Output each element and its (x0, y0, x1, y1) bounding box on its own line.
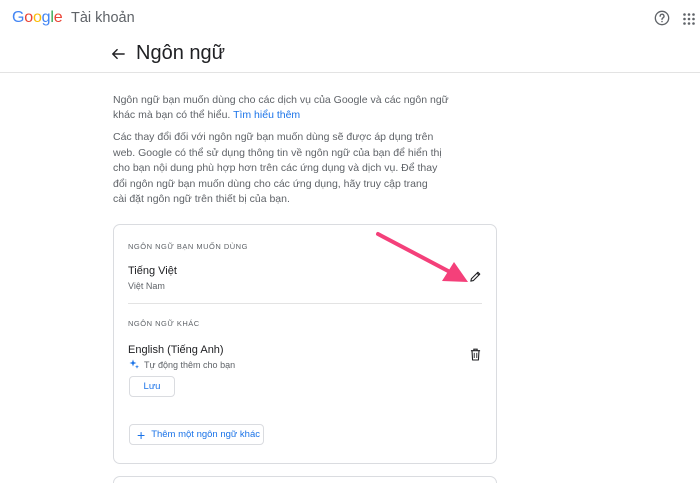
plus-icon: + (137, 426, 146, 443)
add-language-label: Thêm một ngôn ngữ khác (151, 429, 260, 440)
learn-more-link[interactable]: Tìm hiểu thêm (233, 109, 300, 121)
intro-text: Ngôn ngữ bạn muốn dùng cho các dịch vụ c… (113, 93, 463, 123)
next-card (113, 476, 497, 483)
description-text: Các thay đổi đối với ngôn ngữ bạn muốn d… (113, 131, 442, 205)
top-bar: Google Tài khoản (0, 0, 700, 38)
auto-added-note: Tự động thêm cho bạn (144, 360, 236, 370)
header-divider (0, 72, 700, 73)
add-language-button[interactable]: + Thêm một ngôn ngữ khác (129, 424, 264, 445)
annotation-arrow-icon (376, 232, 468, 282)
other-languages-label: NGÔN NGỮ KHÁC (128, 319, 200, 328)
delete-trash-icon[interactable] (470, 348, 481, 361)
preferred-language-label: NGÔN NGỮ BẠN MUỐN DÙNG (128, 242, 248, 251)
section-divider (128, 303, 482, 304)
product-name: Tài khoản (71, 10, 135, 26)
help-icon[interactable] (654, 10, 670, 26)
apps-grid-icon[interactable] (683, 13, 695, 25)
preferred-language-region: Việt Nam (128, 281, 165, 291)
save-button[interactable]: Lưu (129, 376, 175, 397)
page-title: Ngôn ngữ (136, 42, 226, 64)
sparkle-icon (129, 359, 139, 369)
google-logo[interactable]: Google (12, 9, 63, 27)
back-arrow-icon[interactable] (111, 47, 125, 61)
other-language-name: English (Tiếng Anh) (128, 344, 224, 356)
preferred-language-name: Tiếng Việt (128, 265, 177, 277)
